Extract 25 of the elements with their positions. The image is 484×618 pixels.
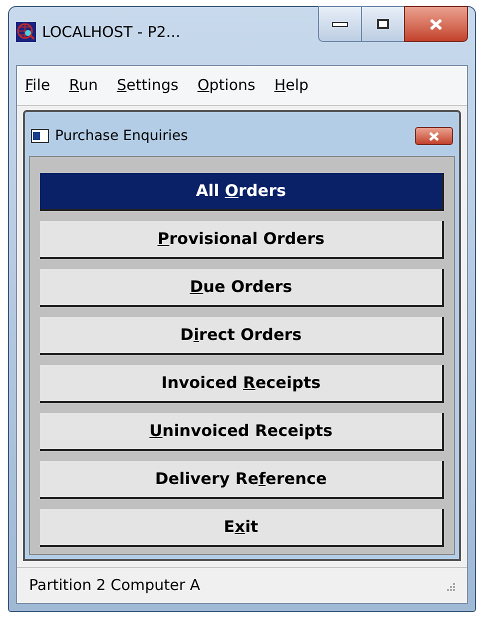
close-button[interactable]: [404, 6, 468, 42]
menu-option-button[interactable]: Due Orders: [40, 269, 444, 307]
dialog-close-button[interactable]: [415, 127, 453, 145]
menu-item[interactable]: Options: [195, 74, 258, 97]
menu-option-button[interactable]: Provisional Orders: [40, 221, 444, 259]
menu-option-button[interactable]: Direct Orders: [40, 317, 444, 355]
close-icon: [428, 132, 440, 140]
menu-option-button[interactable]: Exit: [40, 509, 444, 547]
menu-option-button[interactable]: All Orders: [40, 173, 444, 211]
menu-item[interactable]: File: [23, 74, 52, 97]
dialog-title: Purchase Enquiries: [55, 126, 189, 146]
status-text: Partition 2 Computer A: [29, 575, 200, 596]
menu-option-button[interactable]: Invoiced Receipts: [40, 365, 444, 403]
menu-option-button[interactable]: Delivery Reference: [40, 461, 444, 499]
maximize-button[interactable]: [362, 6, 404, 42]
menu-item[interactable]: Settings: [114, 74, 180, 97]
menu-item[interactable]: Help: [272, 74, 311, 97]
resize-grip-icon: [445, 580, 455, 590]
menu-option-button[interactable]: Uninvoiced Receipts: [40, 413, 444, 451]
menu-item[interactable]: Run: [67, 74, 100, 97]
app-globe-icon: [16, 22, 36, 42]
window-icon: [31, 129, 49, 143]
close-icon: [429, 18, 443, 30]
minimize-button[interactable]: [318, 6, 362, 42]
window-title: LOCALHOST - P2...: [42, 22, 180, 43]
